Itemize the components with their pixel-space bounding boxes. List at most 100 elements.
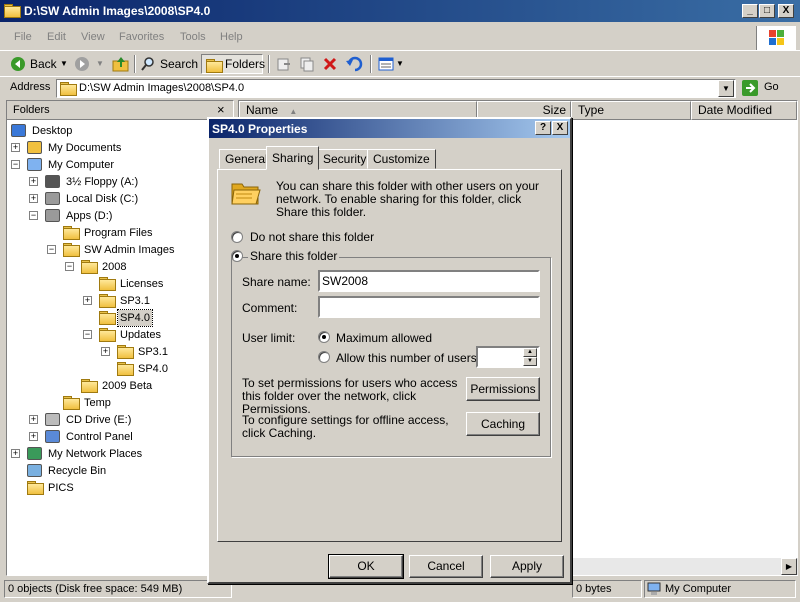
toolbar-separator — [134, 55, 136, 73]
tree-item-label: Temp — [84, 397, 111, 409]
sort-ascending-icon: ▲ — [289, 107, 298, 116]
menu-file[interactable]: File — [14, 31, 32, 43]
tree-item-label: My Computer — [48, 159, 115, 171]
caching-button[interactable]: Caching — [466, 412, 540, 436]
folder-icon — [117, 362, 134, 376]
maximize-button[interactable]: □ — [759, 4, 775, 18]
tree-item-label: Program Files — [84, 227, 153, 239]
menu-favorites[interactable]: Favorites — [119, 31, 164, 43]
back-arrow-icon — [11, 57, 25, 71]
search-button[interactable]: Search — [138, 54, 198, 74]
disk-icon — [45, 209, 60, 222]
forward-button[interactable]: ▼ — [72, 54, 106, 74]
spin-down-button[interactable]: ▼ — [523, 357, 537, 366]
collapse-icon[interactable]: − — [83, 330, 92, 339]
menu-edit[interactable]: Edit — [47, 31, 66, 43]
window-title: D:\SW Admin Images\2008\SP4.0 — [24, 4, 211, 18]
folder-icon — [206, 59, 223, 73]
cancel-button[interactable]: Cancel — [409, 555, 483, 578]
tree-item-label: Local Disk (C:) — [66, 193, 139, 205]
shared-folder-icon — [231, 183, 261, 205]
chevron-down-icon: ▼ — [96, 59, 104, 68]
collapse-icon[interactable]: − — [65, 262, 74, 271]
comment-label: Comment: — [242, 301, 298, 315]
window-titlebar[interactable]: D:\SW Admin Images\2008\SP4.0 _ □ X — [0, 0, 800, 22]
folder-icon — [99, 294, 116, 308]
move-to-icon — [277, 58, 290, 71]
tree-item-label: Desktop — [32, 125, 73, 137]
expand-icon[interactable]: + — [29, 194, 38, 203]
close-button[interactable]: X — [778, 4, 794, 18]
dialog-titlebar[interactable]: SP4.0 Properties ? X — [209, 119, 570, 138]
help-button[interactable]: ? — [535, 121, 551, 135]
dialog-close-button[interactable]: X — [552, 121, 568, 135]
allow-number-radio[interactable] — [318, 351, 330, 363]
column-date-modified[interactable]: Date Modified — [691, 101, 797, 120]
column-name-label: Name — [246, 103, 279, 117]
collapse-icon[interactable]: − — [29, 211, 38, 220]
tree-item-label: 2008 — [102, 261, 127, 273]
user-count-spinner[interactable]: ▲ ▼ — [476, 346, 540, 368]
back-button[interactable]: Back ▼ — [8, 54, 68, 74]
expand-icon[interactable]: + — [29, 177, 38, 186]
do-not-share-radio[interactable] — [231, 231, 243, 243]
expand-icon[interactable]: + — [83, 296, 92, 305]
undo-button[interactable] — [345, 54, 363, 74]
share-this-folder-label[interactable]: Share this folder — [248, 249, 340, 263]
maximum-allowed-radio[interactable] — [318, 331, 330, 343]
folders-pane-title: Folders — [13, 104, 50, 116]
tree-item-label: Licenses — [120, 278, 164, 290]
search-icon — [141, 57, 154, 71]
permissions-button[interactable]: Permissions — [466, 377, 540, 401]
column-type[interactable]: Type — [571, 101, 691, 120]
close-pane-button[interactable]: × — [217, 102, 225, 117]
menu-help[interactable]: Help — [220, 31, 243, 43]
spin-up-button[interactable]: ▲ — [523, 348, 537, 357]
copy-to-button[interactable] — [299, 54, 317, 74]
up-folder-button[interactable] — [110, 54, 132, 74]
address-input[interactable]: D:\SW Admin Images\2008\SP4.0 — [56, 79, 736, 98]
expand-icon[interactable]: + — [101, 347, 110, 356]
tab-sharing[interactable]: Sharing — [266, 146, 320, 170]
ok-button[interactable]: OK — [328, 554, 404, 579]
delete-button[interactable] — [322, 54, 340, 74]
menu-view[interactable]: View — [81, 31, 105, 43]
tab-customize[interactable]: Customize — [367, 149, 436, 169]
move-to-button[interactable] — [276, 54, 294, 74]
dialog-title: SP4.0 Properties — [212, 122, 308, 136]
apply-button[interactable]: Apply — [490, 555, 564, 578]
back-label: Back — [30, 57, 57, 71]
maximum-allowed-label[interactable]: Maximum allowed — [336, 331, 432, 345]
expand-icon[interactable]: + — [11, 449, 20, 458]
cd-drive-icon — [45, 413, 60, 426]
status-bytes: 0 bytes — [572, 580, 642, 598]
collapse-icon[interactable]: − — [47, 245, 56, 254]
folder-icon — [99, 311, 116, 325]
tab-security[interactable]: Security — [317, 149, 373, 169]
share-name-field[interactable]: SW2008 — [318, 270, 540, 292]
comment-field[interactable] — [318, 296, 540, 318]
do-not-share-label[interactable]: Do not share this folder — [250, 230, 374, 244]
my-computer-icon — [647, 582, 661, 595]
allow-number-label[interactable]: Allow this number of users: — [336, 351, 480, 365]
tree-item-label: Recycle Bin — [48, 465, 107, 477]
views-button[interactable]: ▼ — [377, 54, 405, 74]
expand-icon[interactable]: + — [29, 432, 38, 441]
share-this-folder-radio[interactable] — [231, 250, 243, 262]
address-value: D:\SW Admin Images\2008\SP4.0 — [79, 82, 245, 94]
desktop-icon — [11, 124, 26, 137]
status-zone-label: My Computer — [665, 583, 732, 595]
folders-button[interactable]: Folders — [201, 54, 265, 74]
collapse-icon[interactable]: − — [11, 160, 20, 169]
go-button[interactable]: Go — [742, 79, 782, 97]
expand-icon[interactable]: + — [29, 415, 38, 424]
folders-pane-header: Folders × — [7, 101, 233, 120]
minimize-button[interactable]: _ — [742, 4, 758, 18]
expand-icon[interactable]: + — [11, 143, 20, 152]
menu-tools[interactable]: Tools — [180, 31, 206, 43]
folder-icon — [63, 226, 80, 240]
tree-item-label: 3½ Floppy (A:) — [66, 176, 139, 188]
address-dropdown-button[interactable]: ▼ — [718, 80, 734, 97]
tree-item-label: Apps (D:) — [66, 210, 113, 222]
scroll-right-button[interactable]: ▶ — [781, 558, 797, 575]
